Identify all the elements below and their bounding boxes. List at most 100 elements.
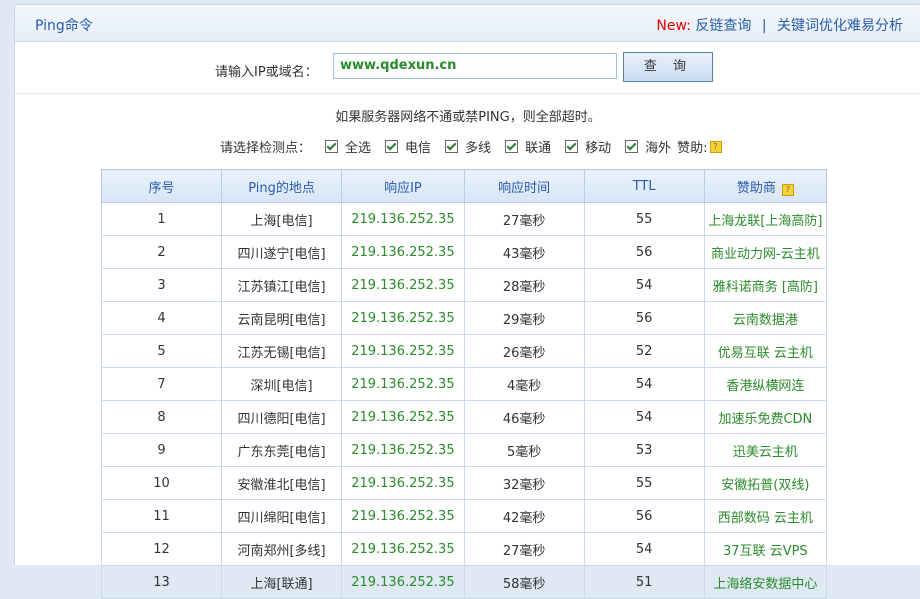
checkbox-multiline[interactable] bbox=[445, 140, 459, 153]
cell-ttl: 52 bbox=[583, 334, 705, 368]
cell-location: 上海[电信] bbox=[220, 202, 343, 236]
cell-ip: 219.136.252.35 bbox=[341, 334, 465, 368]
cell-no: 2 bbox=[101, 235, 222, 269]
checkpoint-label: 请选择检测点： bbox=[220, 141, 312, 156]
cell-time: 27毫秒 bbox=[463, 532, 585, 566]
cell-ttl: 54 bbox=[583, 532, 705, 566]
col-header-time: 响应时间 bbox=[463, 169, 585, 203]
table-header-row: 序号 Ping的地点 响应IP 响应时间 TTL 赞助商? bbox=[101, 169, 828, 203]
cell-ttl: 56 bbox=[583, 235, 705, 269]
cell-ip: 219.136.252.35 bbox=[341, 235, 465, 269]
option-label-multiline: 多线 bbox=[465, 141, 492, 156]
cell-time: 32毫秒 bbox=[463, 466, 585, 500]
cell-sponsor[interactable]: 雅科诺商务 [高防] bbox=[703, 268, 828, 302]
checkpoint-options: 请选择检测点： 全选 电信 多线 联通 移动 海外 赞助: ? bbox=[220, 137, 722, 156]
col-header-ip: 响应IP bbox=[341, 169, 465, 203]
cell-sponsor[interactable]: 香港纵横网连 bbox=[703, 367, 828, 401]
cell-sponsor[interactable]: 37互联 云VPS bbox=[703, 532, 828, 566]
table-row: 10 安徽淮北[电信] 219.136.252.35 32毫秒 55 安徽拓普(双线) bbox=[101, 466, 828, 500]
table-row: 12 河南郑州[多线] 219.136.252.35 27毫秒 54 37互联 云VPS bbox=[101, 532, 828, 566]
option-label-unicom: 联通 bbox=[525, 141, 552, 156]
cell-ip: 219.136.252.35 bbox=[341, 466, 465, 500]
cell-location: 四川德阳[电信] bbox=[220, 400, 343, 434]
table-row: 2 四川遂宁[电信] 219.136.252.35 43毫秒 56 商业动力网-云主机 bbox=[101, 235, 828, 269]
table-row: 9 广东东莞[电信] 219.136.252.35 5毫秒 53 迅美云主机 bbox=[101, 433, 828, 467]
col-header-no: 序号 bbox=[101, 169, 222, 203]
table-row: 7 深圳[电信] 219.136.252.35 4毫秒 54 香港纵横网连 bbox=[101, 367, 828, 401]
cell-ttl: 53 bbox=[583, 433, 705, 467]
backlink-query-link[interactable]: 反链查询 bbox=[695, 18, 751, 34]
search-row: 请输入IP或域名： www.qdexun.cn 查 询 bbox=[15, 41, 920, 94]
cell-location: 云南昆明[电信] bbox=[220, 301, 343, 335]
table-row: 13 上海[联通] 219.136.252.35 58毫秒 51 上海络安数据中心 bbox=[101, 565, 828, 599]
cell-location: 广东东莞[电信] bbox=[220, 433, 343, 467]
keyword-difficulty-link[interactable]: 关键词优化难易分析 bbox=[777, 18, 903, 34]
table-row: 3 江苏镇江[电信] 219.136.252.35 28毫秒 54 雅科诺商务 [高防] bbox=[101, 268, 828, 302]
cell-ip: 219.136.252.35 bbox=[341, 301, 465, 335]
checkbox-all[interactable] bbox=[325, 140, 339, 153]
cell-location: 四川绵阳[电信] bbox=[220, 499, 343, 533]
link-separator: | bbox=[761, 18, 767, 34]
cell-ip: 219.136.252.35 bbox=[341, 532, 465, 566]
cell-sponsor[interactable]: 商业动力网-云主机 bbox=[703, 235, 828, 269]
cell-ip: 219.136.252.35 bbox=[341, 433, 465, 467]
cell-ttl: 55 bbox=[583, 202, 705, 236]
sponsor-label: 赞助: bbox=[677, 141, 708, 156]
domain-input[interactable]: www.qdexun.cn bbox=[333, 53, 617, 79]
col-header-location: Ping的地点 bbox=[220, 169, 343, 203]
checkbox-unicom[interactable] bbox=[505, 140, 519, 153]
cell-time: 46毫秒 bbox=[463, 400, 585, 434]
checkbox-mobile[interactable] bbox=[565, 140, 579, 153]
cell-ip: 219.136.252.35 bbox=[341, 367, 465, 401]
cell-time: 26毫秒 bbox=[463, 334, 585, 368]
sponsor-icon[interactable]: ? bbox=[709, 140, 722, 153]
cell-ttl: 56 bbox=[583, 499, 705, 533]
cell-no: 11 bbox=[101, 499, 222, 533]
option-label-mobile: 移动 bbox=[585, 141, 612, 156]
cell-ip: 219.136.252.35 bbox=[341, 268, 465, 302]
cell-time: 58毫秒 bbox=[463, 565, 585, 599]
cell-sponsor[interactable]: 西部数码 云主机 bbox=[703, 499, 828, 533]
cell-ttl: 54 bbox=[583, 268, 705, 302]
cell-time: 28毫秒 bbox=[463, 268, 585, 302]
cell-sponsor[interactable]: 安徽拓普(双线) bbox=[703, 466, 828, 500]
checkbox-telecom[interactable] bbox=[385, 140, 399, 153]
header-links: New: 反链查询 | 关键词优化难易分析 bbox=[656, 15, 903, 35]
cell-location: 江苏镇江[电信] bbox=[220, 268, 343, 302]
timeout-notice: 如果服务器网络不通或禁PING，则全部超时。 bbox=[335, 110, 601, 125]
title-bar: Ping命令 New: 反链查询 | 关键词优化难易分析 bbox=[15, 5, 920, 42]
cell-ttl: 51 bbox=[583, 565, 705, 599]
cell-sponsor[interactable]: 加速乐免费CDN bbox=[703, 400, 828, 434]
cell-no: 9 bbox=[101, 433, 222, 467]
cell-location: 上海[联通] bbox=[220, 565, 343, 599]
cell-no: 13 bbox=[101, 565, 222, 599]
cell-no: 10 bbox=[101, 466, 222, 500]
cell-sponsor[interactable]: 上海龙联[上海高防] bbox=[703, 202, 828, 236]
cell-location: 安徽淮北[电信] bbox=[220, 466, 343, 500]
search-label: 请输入IP或域名： bbox=[215, 65, 318, 80]
table-row: 5 江苏无锡[电信] 219.136.252.35 26毫秒 52 优易互联 云主机 bbox=[101, 334, 828, 368]
cell-ip: 219.136.252.35 bbox=[341, 565, 465, 599]
cell-sponsor[interactable]: 优易互联 云主机 bbox=[703, 334, 828, 368]
table-row: 1 上海[电信] 219.136.252.35 27毫秒 55 上海龙联[上海高防] bbox=[101, 202, 828, 236]
query-button[interactable]: 查 询 bbox=[623, 52, 713, 82]
cell-sponsor[interactable]: 迅美云主机 bbox=[703, 433, 828, 467]
cell-time: 4毫秒 bbox=[463, 367, 585, 401]
cell-no: 4 bbox=[101, 301, 222, 335]
option-label-telecom: 电信 bbox=[405, 141, 432, 156]
cell-sponsor[interactable]: 上海络安数据中心 bbox=[703, 565, 828, 599]
cell-time: 43毫秒 bbox=[463, 235, 585, 269]
page-title: Ping命令 bbox=[35, 18, 93, 34]
checkbox-overseas[interactable] bbox=[625, 140, 639, 153]
cell-location: 江苏无锡[电信] bbox=[220, 334, 343, 368]
table-row: 4 云南昆明[电信] 219.136.252.35 29毫秒 56 云南数据港 bbox=[101, 301, 828, 335]
col-header-sponsor-label: 赞助商 bbox=[736, 180, 776, 196]
cell-ip: 219.136.252.35 bbox=[341, 400, 465, 434]
cell-sponsor[interactable]: 云南数据港 bbox=[703, 301, 828, 335]
page-frame: Ping命令 New: 反链查询 | 关键词优化难易分析 请输入IP或域名： w… bbox=[14, 4, 920, 599]
sponsor-help-icon[interactable]: ? bbox=[781, 183, 794, 196]
cell-no: 12 bbox=[101, 532, 222, 566]
table-row: 8 四川德阳[电信] 219.136.252.35 46毫秒 54 加速乐免费CDN bbox=[101, 400, 828, 434]
cell-time: 27毫秒 bbox=[463, 202, 585, 236]
cell-ttl: 55 bbox=[583, 466, 705, 500]
